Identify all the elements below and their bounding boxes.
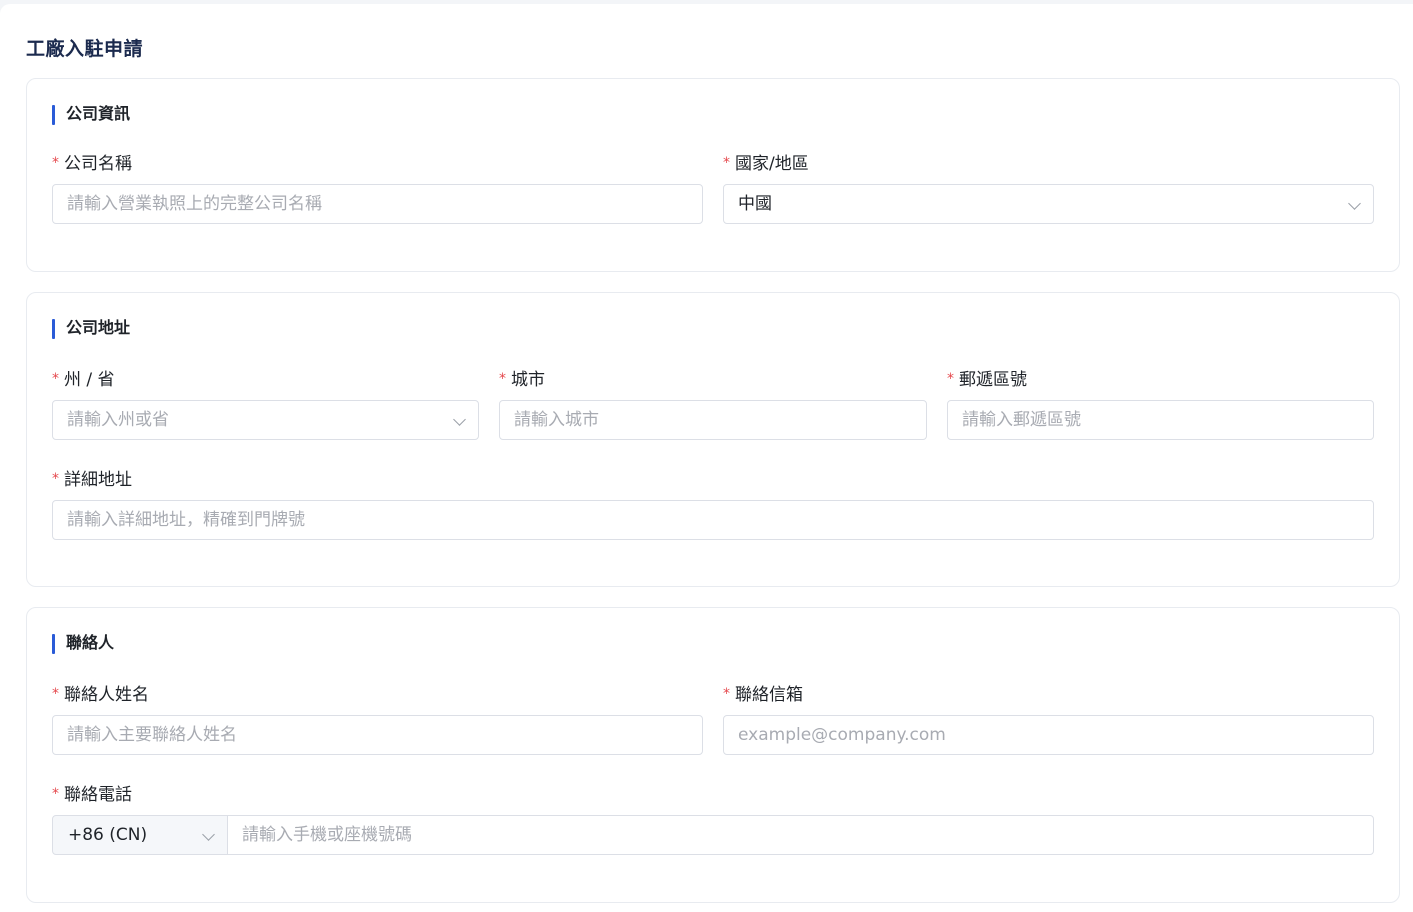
contact-email-label: * 聯絡信箱 xyxy=(723,685,803,705)
postal-code-input[interactable]: 請輸入郵遞區號 xyxy=(947,400,1374,440)
state-label: * 州 / 省 xyxy=(52,370,115,390)
country-select-value: 中國 xyxy=(738,194,772,214)
contact-card: 聯絡人 * 聯絡人姓名 請輸入主要聯絡人姓名 * 聯絡信箱 example@comp… xyxy=(26,607,1400,903)
chevron-down-icon xyxy=(202,828,215,841)
application-page: 工廠入駐申請 公司資訊 * 公司名稱 請輸入營業執照上的完整公司名稱 * 國家/地區… xyxy=(0,4,1413,912)
country-select[interactable]: 中國 xyxy=(723,184,1374,224)
required-mark: * xyxy=(947,371,954,387)
chevron-down-icon xyxy=(1348,197,1361,210)
company-address-card: 公司地址 * 州 / 省 請輸入州或省 * 城市 請輸入城市 * 郵遞區號 請輸入郵遞… xyxy=(26,292,1400,587)
country-code-select[interactable]: +86 (CN) xyxy=(52,815,228,855)
city-input[interactable]: 請輸入城市 xyxy=(499,400,927,440)
page-title: 工廠入駐申請 xyxy=(26,38,144,60)
state-select-placeholder: 請輸入州或省 xyxy=(67,410,169,430)
company-info-section-title: 公司資訊 xyxy=(52,104,130,125)
contact-phone-label: * 聯絡電話 xyxy=(52,785,132,805)
required-mark: * xyxy=(723,155,730,171)
company-name-label: * 公司名稱 xyxy=(52,154,132,174)
postal-code-label: * 郵遞區號 xyxy=(947,370,1027,390)
required-mark: * xyxy=(52,155,59,171)
required-mark: * xyxy=(52,471,59,487)
required-mark: * xyxy=(52,371,59,387)
contact-name-label: * 聯絡人姓名 xyxy=(52,685,149,705)
contact-section-title: 聯絡人 xyxy=(52,633,114,654)
detail-address-label: * 詳細地址 xyxy=(52,470,132,490)
city-label: * 城市 xyxy=(499,370,545,390)
company-address-section-title: 公司地址 xyxy=(52,318,130,339)
required-mark: * xyxy=(723,686,730,702)
country-label: * 國家/地區 xyxy=(723,154,809,174)
required-mark: * xyxy=(52,786,59,802)
chevron-down-icon xyxy=(453,413,466,426)
required-mark: * xyxy=(52,686,59,702)
detail-address-input[interactable]: 請輸入詳細地址，精確到門牌號 xyxy=(52,500,1374,540)
contact-email-input[interactable]: example@company.com xyxy=(723,715,1374,755)
required-mark: * xyxy=(499,371,506,387)
country-code-value: +86 (CN) xyxy=(68,825,148,845)
state-select[interactable]: 請輸入州或省 xyxy=(52,400,479,440)
contact-name-input[interactable]: 請輸入主要聯絡人姓名 xyxy=(52,715,703,755)
company-name-input[interactable]: 請輸入營業執照上的完整公司名稱 xyxy=(52,184,703,224)
phone-number-input[interactable]: 請輸入手機或座機號碼 xyxy=(227,815,1374,855)
company-info-card: 公司資訊 * 公司名稱 請輸入營業執照上的完整公司名稱 * 國家/地區 中國 xyxy=(26,78,1400,272)
